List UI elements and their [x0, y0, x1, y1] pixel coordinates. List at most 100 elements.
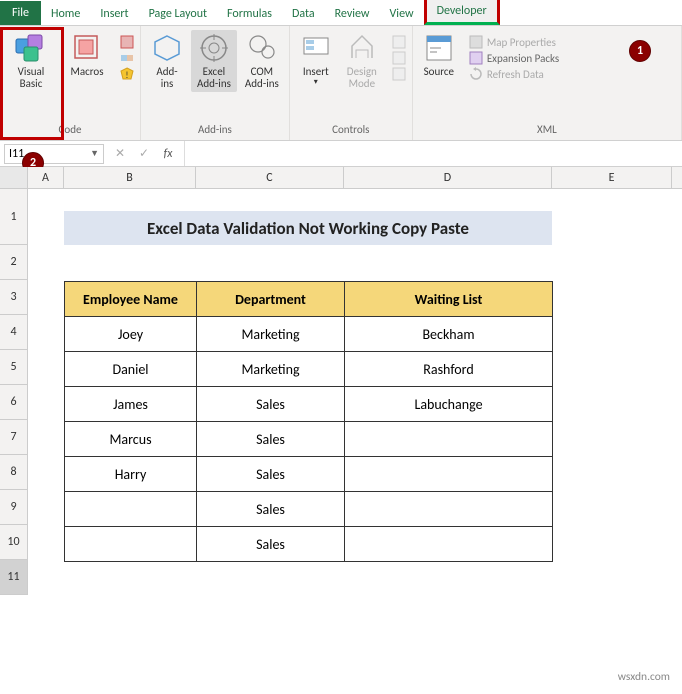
col-header-E[interactable]: E	[552, 167, 672, 188]
expansion-packs-button[interactable]: Expansion Packs	[467, 50, 561, 66]
col-header-A[interactable]: A	[28, 167, 64, 188]
spreadsheet-grid: A B C D E 1 2 3 4 5 6 7 8 9 10 11 Excel …	[0, 167, 682, 595]
tab-data[interactable]: Data	[282, 3, 325, 25]
visual-basic-button[interactable]: Visual Basic	[4, 30, 58, 92]
cell[interactable]: Joey	[65, 317, 197, 352]
table-row: MarcusSales	[65, 422, 553, 457]
cell[interactable]	[345, 527, 553, 562]
group-code: Visual Basic Macros ! Code	[0, 26, 141, 140]
group-addins-label: Add-ins	[145, 121, 285, 140]
addins-icon	[151, 32, 183, 64]
record-macro-button[interactable]	[118, 34, 136, 50]
insert-control-button[interactable]: Insert ▾	[294, 30, 338, 89]
row-header[interactable]: 10	[0, 525, 28, 560]
com-addins-icon	[246, 32, 278, 64]
cell[interactable]: James	[65, 387, 197, 422]
row-header[interactable]: 1	[0, 189, 28, 245]
cell[interactable]	[345, 457, 553, 492]
map-properties-button[interactable]: Map Properties	[467, 34, 561, 50]
fx-icon[interactable]: fx	[156, 147, 180, 161]
tab-page-layout[interactable]: Page Layout	[139, 3, 217, 25]
col-header-D[interactable]: D	[344, 167, 552, 188]
callout-1: 1	[629, 40, 651, 62]
column-headers: A B C D E	[0, 167, 682, 189]
cell[interactable]: Sales	[197, 527, 345, 562]
select-all-corner[interactable]	[0, 167, 28, 188]
cell[interactable]: Daniel	[65, 352, 197, 387]
page-title: Excel Data Validation Not Working Copy P…	[64, 211, 552, 245]
group-code-label: Code	[4, 121, 136, 140]
cell[interactable]: Marketing	[197, 352, 345, 387]
name-box[interactable]: I11 ▼	[4, 144, 104, 164]
refresh-data-button[interactable]: Refresh Data	[467, 66, 561, 82]
col-header-C[interactable]: C	[196, 167, 344, 188]
cell[interactable]: Sales	[197, 387, 345, 422]
group-xml-label: XML	[417, 121, 677, 140]
cells-area[interactable]: Excel Data Validation Not Working Copy P…	[28, 189, 682, 595]
svg-text:!: !	[126, 70, 129, 81]
macros-button[interactable]: Macros	[60, 30, 114, 80]
cell[interactable]: Sales	[197, 457, 345, 492]
row-header[interactable]: 9	[0, 490, 28, 525]
run-dialog-button[interactable]	[390, 66, 408, 82]
cell[interactable]: Harry	[65, 457, 197, 492]
visual-basic-icon	[14, 32, 48, 64]
view-code-button[interactable]	[390, 50, 408, 66]
cell[interactable]: Sales	[197, 492, 345, 527]
tab-formulas[interactable]: Formulas	[217, 3, 282, 25]
cell[interactable]	[65, 492, 197, 527]
th-department[interactable]: Department	[197, 282, 345, 317]
com-addins-button[interactable]: COM Add-ins	[239, 30, 285, 92]
group-controls: Insert ▾ Design Mode Controls	[290, 26, 413, 140]
table-row: JoeyMarketingBeckham	[65, 317, 553, 352]
tab-home[interactable]: Home	[41, 3, 90, 25]
row-header[interactable]: 3	[0, 280, 28, 315]
row-header[interactable]: 4	[0, 315, 28, 350]
table-row: JamesSalesLabuchange	[65, 387, 553, 422]
cell[interactable]: Beckham	[345, 317, 553, 352]
row-header[interactable]: 6	[0, 385, 28, 420]
th-employee[interactable]: Employee Name	[65, 282, 197, 317]
design-mode-icon	[346, 32, 378, 64]
row-header[interactable]: 2	[0, 245, 28, 280]
cell[interactable]: Marketing	[197, 317, 345, 352]
source-button[interactable]: Source	[417, 30, 461, 80]
table-row: DanielMarketingRashford	[65, 352, 553, 387]
tab-review[interactable]: Review	[325, 3, 380, 25]
dropdown-icon: ▾	[314, 78, 318, 87]
tab-insert[interactable]: Insert	[90, 3, 138, 25]
excel-addins-button[interactable]: Excel Add-ins	[191, 30, 237, 92]
row-header[interactable]: 5	[0, 350, 28, 385]
th-waiting[interactable]: Waiting List	[345, 282, 553, 317]
cell[interactable]	[345, 492, 553, 527]
cell[interactable]	[345, 422, 553, 457]
row-header[interactable]: 7	[0, 420, 28, 455]
source-icon	[423, 32, 455, 64]
row-header[interactable]: 8	[0, 455, 28, 490]
enter-icon[interactable]: ✓	[132, 146, 156, 161]
properties-button[interactable]	[390, 34, 408, 50]
cell[interactable]: Rashford	[345, 352, 553, 387]
formula-input[interactable]	[184, 141, 682, 166]
group-controls-label: Controls	[294, 121, 408, 140]
insert-control-icon	[300, 32, 332, 64]
dropdown-icon[interactable]: ▼	[90, 148, 99, 159]
cell[interactable]: Labuchange	[345, 387, 553, 422]
cell[interactable]	[65, 527, 197, 562]
table-row: Sales	[65, 527, 553, 562]
ribbon-tabs: File Home Insert Page Layout Formulas Da…	[0, 0, 682, 26]
ribbon: Visual Basic Macros ! Code A	[0, 26, 682, 141]
tab-file[interactable]: File	[0, 1, 41, 25]
design-mode-button[interactable]: Design Mode	[340, 30, 384, 92]
addins-button[interactable]: Add- ins	[145, 30, 189, 92]
macro-security-button[interactable]: !	[118, 66, 136, 82]
cell[interactable]: Sales	[197, 422, 345, 457]
relative-ref-button[interactable]	[118, 50, 136, 66]
col-header-B[interactable]: B	[64, 167, 196, 188]
macros-icon	[72, 32, 102, 64]
cancel-icon[interactable]: ✕	[108, 146, 132, 161]
tab-view[interactable]: View	[380, 3, 424, 25]
cell[interactable]: Marcus	[65, 422, 197, 457]
row-header[interactable]: 11	[0, 560, 28, 595]
tab-developer[interactable]: Developer	[424, 0, 500, 25]
